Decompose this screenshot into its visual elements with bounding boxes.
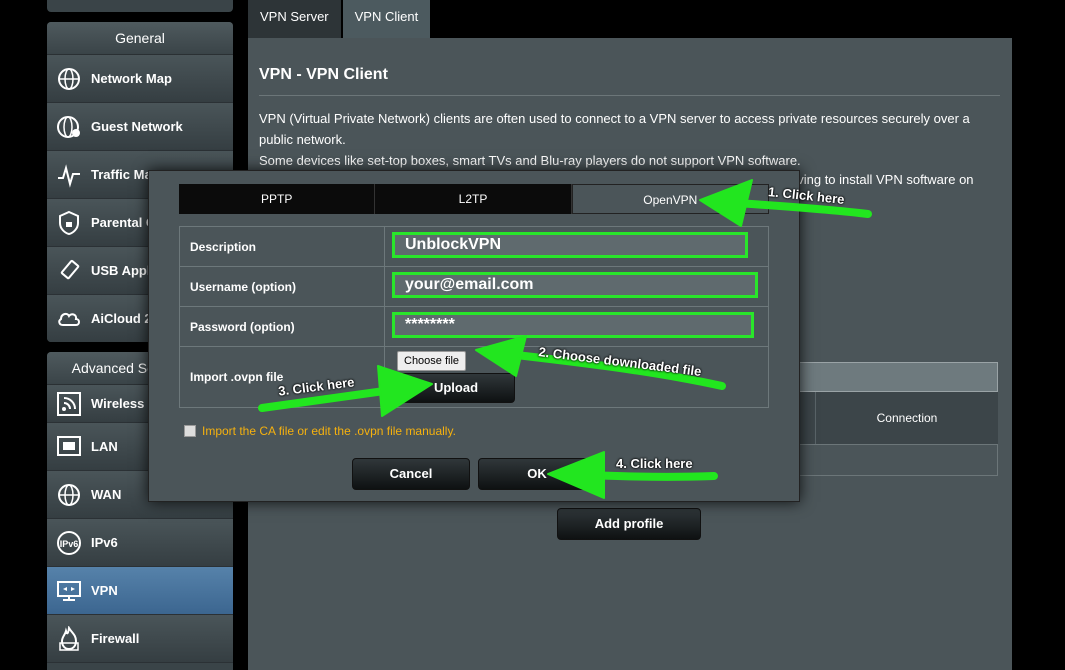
add-profile-button[interactable]: Add profile xyxy=(557,508,701,540)
sidebar-item-label: Firewall xyxy=(91,631,140,646)
wireless-icon xyxy=(55,390,83,418)
cloud-icon xyxy=(55,305,83,333)
manual-import-option: Import the CA file or edit the .ovpn fil… xyxy=(184,424,456,438)
sidebar-item-network-map[interactable]: Network Map xyxy=(47,55,233,103)
sidebar-item-label: VPN xyxy=(91,583,118,598)
openvpn-profile-dialog: PPTP L2TP OpenVPN Description UnblockVPN… xyxy=(148,170,800,502)
cancel-button[interactable]: Cancel xyxy=(352,458,470,490)
tab-pptp[interactable]: PPTP xyxy=(179,184,376,214)
vpn-icon xyxy=(55,577,83,605)
description-line-1: VPN (Virtual Private Network) clients ar… xyxy=(259,111,970,147)
right-margin xyxy=(1018,0,1065,670)
sidebar-item-label: AiCloud 2.0 xyxy=(91,311,151,326)
sidebar-item-label: LAN xyxy=(91,439,118,454)
tab-vpn-server[interactable]: VPN Server xyxy=(248,0,341,38)
sidebar-general-heading: General xyxy=(47,22,233,55)
password-label: Password (option) xyxy=(180,307,385,346)
sidebar-item-label: WAN xyxy=(91,487,122,502)
sidebar-item-label: Network Map xyxy=(91,71,172,86)
guest-network-icon xyxy=(55,113,83,141)
svg-text:IPv6: IPv6 xyxy=(60,539,79,549)
column-header-connection: Connection xyxy=(815,392,998,444)
sidebar-item-firewall[interactable]: Firewall xyxy=(47,615,233,663)
description-line-2: Some devices like set-top boxes, smart T… xyxy=(259,153,801,168)
upload-button[interactable]: Upload xyxy=(397,373,515,403)
page-title: VPN - VPN Client xyxy=(259,66,388,83)
password-row: Password (option) ******** xyxy=(179,306,769,346)
tab-bar: VPN Server VPN Client xyxy=(248,0,432,38)
sidebar-item-ipv6[interactable]: IPv6 IPv6 xyxy=(47,519,233,567)
shield-icon xyxy=(55,209,83,237)
annotation-step-4: 4. Click here xyxy=(616,456,693,471)
description-field[interactable]: UnblockVPN xyxy=(392,232,748,258)
password-field[interactable]: ******** xyxy=(392,312,754,338)
username-field[interactable]: your@email.com xyxy=(392,272,758,298)
username-label: Username (option) xyxy=(180,267,385,306)
sidebar-item-label: Guest Network xyxy=(91,119,183,134)
globe-icon xyxy=(55,481,83,509)
traffic-manager-icon xyxy=(55,161,83,189)
protocol-tabs: PPTP L2TP OpenVPN xyxy=(179,184,769,214)
usb-icon xyxy=(55,257,83,285)
sidebar-item-vpn[interactable]: VPN xyxy=(47,567,233,615)
ok-button[interactable]: OK xyxy=(478,458,596,490)
sidebar-item-guest-network[interactable]: Guest Network xyxy=(47,103,233,151)
lan-icon xyxy=(55,433,83,461)
description-line-3-fragment: eving to install VPN software on xyxy=(790,172,974,187)
description-row: Description UnblockVPN xyxy=(179,226,769,266)
panel-description: VPN (Virtual Private Network) clients ar… xyxy=(259,108,999,171)
sidebar-item-label: USB Application xyxy=(91,263,151,278)
ipv6-icon: IPv6 xyxy=(55,529,83,557)
tab-vpn-client[interactable]: VPN Client xyxy=(342,0,431,38)
manual-import-label: Import the CA file or edit the .ovpn fil… xyxy=(202,424,456,438)
tab-l2tp[interactable]: L2TP xyxy=(375,184,572,214)
sidebar-item-label: Parental Controls xyxy=(91,215,151,230)
network-map-icon xyxy=(55,65,83,93)
tab-openvpn[interactable]: OpenVPN xyxy=(571,184,769,214)
title-divider xyxy=(259,95,1000,96)
sidebar-item-label: Wireless xyxy=(91,396,145,411)
choose-file-button[interactable]: Choose file xyxy=(397,351,467,371)
manual-import-checkbox[interactable] xyxy=(184,425,196,437)
sidebar-item-label: IPv6 xyxy=(91,535,118,550)
firewall-icon xyxy=(55,625,83,653)
description-label: Description xyxy=(180,227,385,266)
sidebar-top-group xyxy=(47,0,233,12)
username-row: Username (option) your@email.com xyxy=(179,266,769,306)
profile-form: Description UnblockVPN Username (option)… xyxy=(179,226,769,408)
import-ovpn-row: Import .ovpn file Choose file Upload xyxy=(179,346,769,408)
